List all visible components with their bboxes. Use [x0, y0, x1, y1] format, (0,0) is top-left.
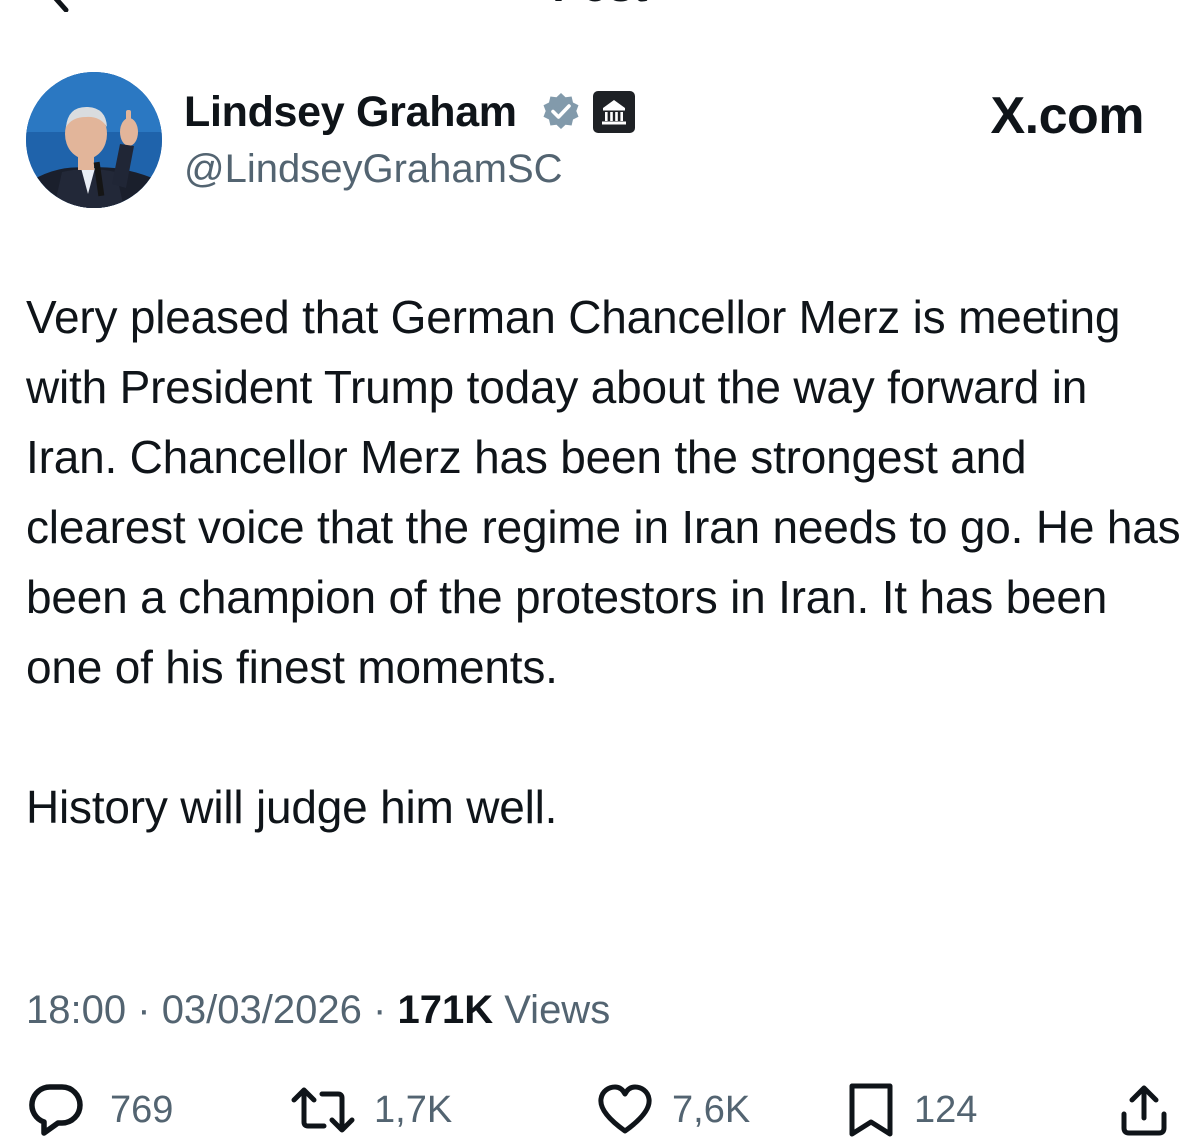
reply-button[interactable]: 769 [26, 1078, 173, 1142]
like-icon [598, 1084, 652, 1134]
bookmark-icon [849, 1083, 893, 1137]
bookmark-count: 124 [914, 1089, 978, 1131]
avatar[interactable] [26, 72, 162, 208]
reply-icon [29, 1084, 83, 1136]
author-name[interactable]: Lindsey Graham [184, 86, 517, 138]
post-time: 18:00 [26, 988, 127, 1032]
repost-icon [291, 1087, 355, 1133]
like-button[interactable]: 7,6K [596, 1078, 750, 1142]
action-bar: 769 1,7K 7,6K 124 [0, 1078, 1200, 1142]
author-handle[interactable]: @LindseyGrahamSC [184, 144, 563, 194]
repost-button[interactable]: 1,7K [290, 1078, 452, 1142]
views-count: 171K [397, 988, 494, 1032]
verified-icon[interactable] [540, 91, 582, 133]
government-icon[interactable] [592, 90, 636, 134]
views-label: Views [504, 988, 611, 1032]
like-count: 7,6K [672, 1089, 751, 1131]
meta-separator: · [137, 988, 151, 1032]
post-date: 03/03/2026 [161, 988, 362, 1032]
reply-count: 769 [110, 1089, 174, 1131]
share-button[interactable] [1118, 1078, 1170, 1142]
repost-count: 1,7K [374, 1089, 453, 1131]
share-icon [1121, 1085, 1167, 1136]
post-text: Very pleased that German Chancellor Merz… [26, 282, 1186, 842]
post-paragraph: Very pleased that German Chancellor Merz… [26, 291, 1181, 693]
meta-separator: · [373, 988, 387, 1032]
source-label: X.com [990, 87, 1144, 145]
post-paragraph: History will judge him well. [26, 781, 558, 833]
bookmark-button[interactable]: 124 [846, 1078, 977, 1142]
top-bar: Post [0, 0, 1200, 13]
page-title: Post [0, 0, 1200, 12]
post-meta: 18:00 · 03/03/2026 · 171K Views [26, 984, 610, 1036]
